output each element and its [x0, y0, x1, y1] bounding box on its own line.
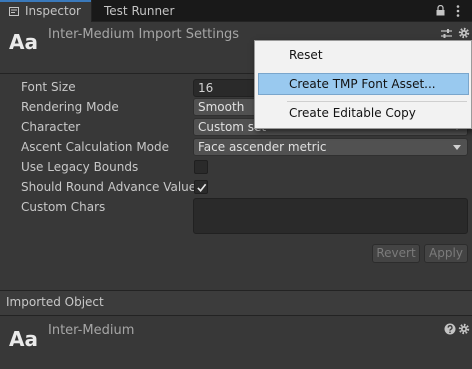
- section-divider: [0, 315, 472, 316]
- gear-icon[interactable]: [458, 323, 470, 335]
- tab-test-runner-label: Test Runner: [104, 4, 175, 18]
- preset-icon[interactable]: [441, 28, 452, 39]
- menu-item-create-tmp-font-asset[interactable]: Create TMP Font Asset...: [258, 73, 469, 95]
- rendering-mode-value: Smooth: [198, 100, 245, 114]
- round-advance-label: Should Round Advance Value: [21, 180, 197, 194]
- tab-inspector[interactable]: Inspector: [0, 0, 91, 22]
- custom-chars-textarea[interactable]: [193, 198, 468, 234]
- imported-object-label: Imported Object: [6, 295, 104, 309]
- ascent-mode-label: Ascent Calculation Mode: [21, 140, 170, 154]
- font-size-label: Font Size: [21, 80, 76, 94]
- menu-item-create-editable-copy[interactable]: Create Editable Copy: [258, 102, 469, 124]
- menu-item-reset[interactable]: Reset: [258, 44, 469, 66]
- tab-bar: Inspector Test Runner: [0, 0, 472, 22]
- character-label: Character: [21, 120, 81, 134]
- apply-button[interactable]: Apply: [424, 244, 468, 263]
- ascent-mode-dropdown[interactable]: Face ascender metric: [193, 138, 468, 156]
- lock-icon[interactable]: [436, 5, 445, 16]
- page-title: Inter-Medium Import Settings: [48, 27, 240, 42]
- round-advance-checkbox[interactable]: [194, 180, 208, 194]
- inspector-icon: [9, 7, 19, 16]
- kebab-menu-icon[interactable]: [456, 4, 460, 18]
- help-icon[interactable]: [444, 323, 456, 335]
- imported-font-icon: Aa: [9, 327, 38, 351]
- tab-inspector-label: Inspector: [25, 4, 81, 18]
- tab-test-runner[interactable]: Test Runner: [91, 0, 186, 22]
- dropdown-arrow-icon: [453, 145, 461, 150]
- font-asset-icon: Aa: [9, 30, 38, 54]
- custom-chars-label: Custom Chars: [21, 200, 106, 214]
- imported-object-name: Inter-Medium: [48, 323, 135, 338]
- checkmark-icon: [197, 183, 207, 192]
- legacy-bounds-checkbox[interactable]: [194, 160, 208, 174]
- gear-icon[interactable]: [458, 27, 470, 39]
- rendering-mode-label: Rendering Mode: [21, 100, 119, 114]
- context-menu: Reset Create TMP Font Asset... Create Ed…: [254, 40, 472, 129]
- ascent-mode-value: Face ascender metric: [198, 140, 327, 154]
- revert-button[interactable]: Revert: [372, 244, 420, 263]
- legacy-bounds-label: Use Legacy Bounds: [21, 160, 139, 174]
